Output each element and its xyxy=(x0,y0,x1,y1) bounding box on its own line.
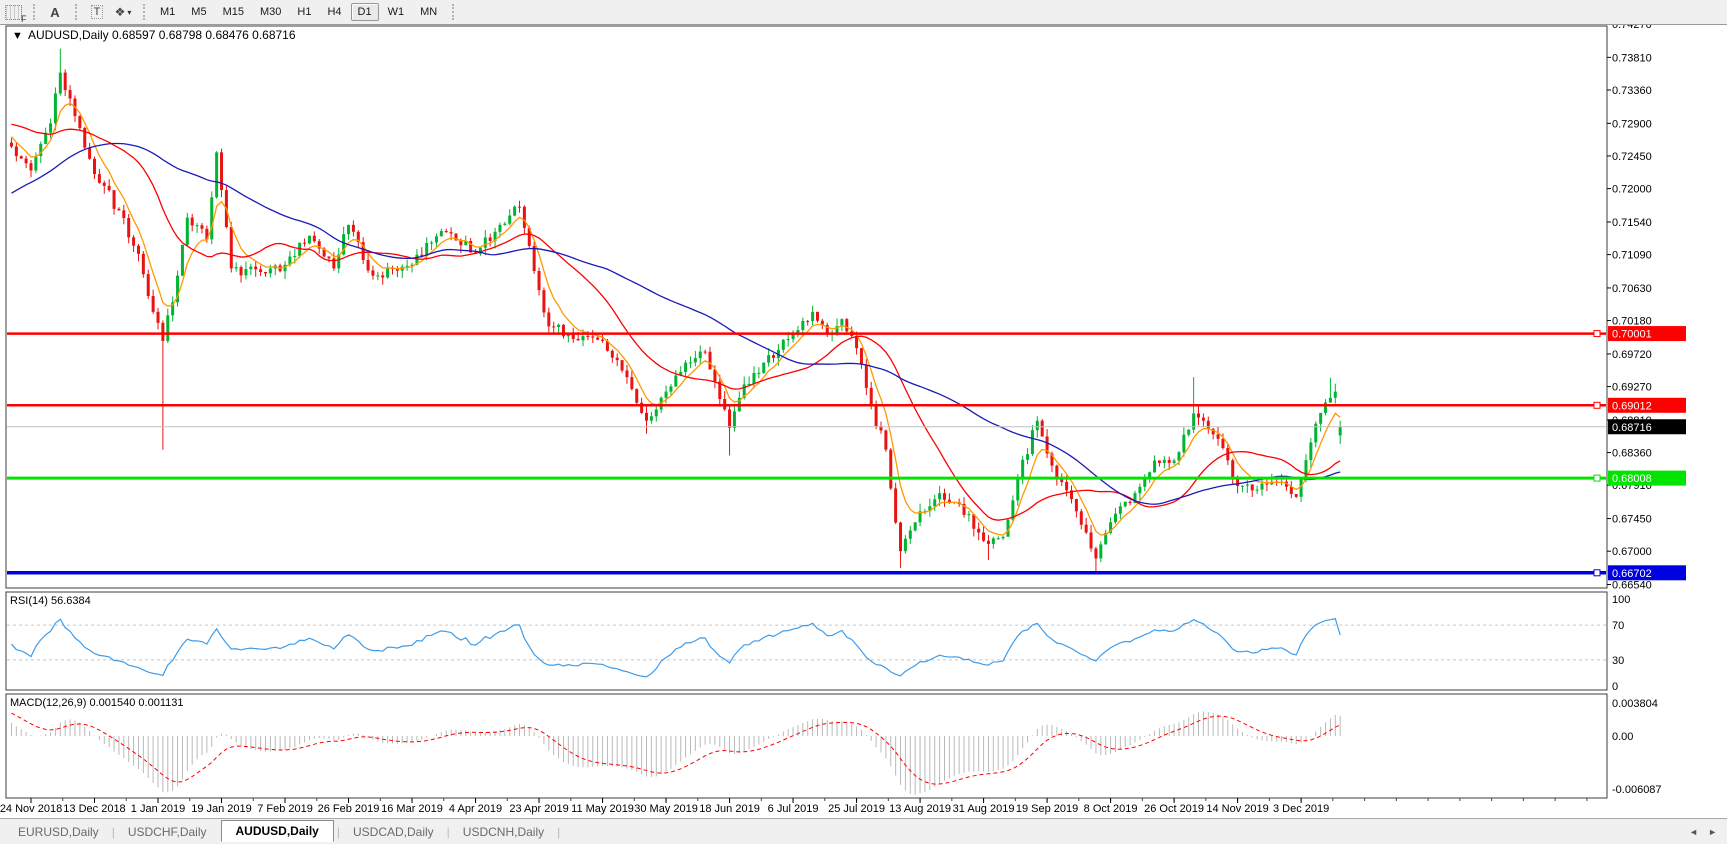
date-axis-label: 3 Dec 2019 xyxy=(1273,803,1329,815)
toolbar-separator xyxy=(75,4,77,20)
rsi-axis-label: 100 xyxy=(1612,594,1630,606)
timeframe-button-W1[interactable]: W1 xyxy=(381,3,412,21)
price-axis-label: 0.72900 xyxy=(1612,118,1652,130)
rsi-axis-label: 70 xyxy=(1612,620,1624,632)
price-axis-label: 0.69270 xyxy=(1612,382,1652,394)
chevron-down-icon: ▾ xyxy=(127,7,132,17)
level-price-tag-text: 0.69012 xyxy=(1612,400,1652,412)
mt4-window: 0.74270 0.73810 0.73360 0.72900 0.72450 0.720… xyxy=(0,0,1727,844)
date-axis-label: 1 Jan 2019 xyxy=(131,803,185,815)
price-axis-label: 0.73360 xyxy=(1612,85,1652,97)
date-axis-label: 26 Oct 2019 xyxy=(1144,803,1204,815)
timeframe-button-D1[interactable]: D1 xyxy=(350,3,379,21)
date-axis-label: 6 Jul 2019 xyxy=(768,803,819,815)
macd-axis-label: 0.003804 xyxy=(1612,698,1658,710)
rsi-axis-label: 0 xyxy=(1612,681,1618,693)
toolbar-separator xyxy=(33,4,35,20)
toolbar-separator xyxy=(143,4,145,20)
top-toolbar: F A T ❖ ▾ M1 M5 M15 M30 H1 H4 D1 W1 MN xyxy=(0,0,1727,25)
date-axis-label: 11 May 2019 xyxy=(571,803,634,815)
macd-axis-label: 0.00 xyxy=(1612,731,1633,743)
rsi-indicator-label: RSI(14) 56.6384 xyxy=(10,595,91,607)
chart-tab-usdcad[interactable]: USDCAD,Daily xyxy=(341,822,446,842)
text-label-icon[interactable]: A xyxy=(45,3,65,22)
macd-indicator-label: MACD(12,26,9) 0.001540 0.001131 xyxy=(10,697,183,709)
chart-title-ohlc: AUDUSD,Daily 0.68597 0.68798 0.68476 0.6… xyxy=(28,28,296,42)
date-axis-label: 14 Nov 2019 xyxy=(1206,803,1268,815)
price-axis-label: 0.66540 xyxy=(1612,580,1652,592)
timeframe-button-M15[interactable]: M15 xyxy=(216,3,251,21)
level-handle[interactable] xyxy=(1593,401,1601,409)
objects-dropdown-icon[interactable]: ❖ ▾ xyxy=(113,3,133,22)
symbol-dropdown-icon[interactable]: ▼ xyxy=(12,30,23,42)
level-handle[interactable] xyxy=(1593,569,1601,577)
price-axis-label: 0.72450 xyxy=(1612,151,1652,163)
chart-pane xyxy=(5,591,1608,691)
date-axis-label: 31 Aug 2019 xyxy=(953,803,1015,815)
date-axis-label: 7 Feb 2019 xyxy=(257,803,313,815)
date-axis-label: 18 Jun 2019 xyxy=(699,803,760,815)
chart-canvas: 0.742700.738100.733600.729000.724500.720… xyxy=(0,19,1686,815)
chart-tab-bar: EURUSD,Daily | USDCHF,Daily AUDUSD,Daily | US… xyxy=(0,818,1727,844)
current-price-tag-text: 0.68716 xyxy=(1612,422,1652,434)
date-axis-label: 25 Jul 2019 xyxy=(828,803,885,815)
timeframe-button-M30[interactable]: M30 xyxy=(253,3,288,21)
price-axis-label: 0.69720 xyxy=(1612,349,1652,361)
timeframe-group: M1 M5 M15 M30 H1 H4 D1 W1 MN xyxy=(152,3,445,21)
chart-pane xyxy=(5,25,1608,589)
date-axis-label: 13 Dec 2018 xyxy=(63,803,125,815)
timeframe-button-MN[interactable]: MN xyxy=(413,3,444,21)
chart-tab-eurusd[interactable]: EURUSD,Daily xyxy=(6,822,111,842)
price-axis-label: 0.68360 xyxy=(1612,448,1652,460)
date-axis-label: 16 Mar 2019 xyxy=(381,803,443,815)
date-axis-label: 30 May 2019 xyxy=(634,803,698,815)
date-axis-label: 23 Apr 2019 xyxy=(509,803,568,815)
price-axis-label: 0.73810 xyxy=(1612,52,1652,64)
date-axis-label: 19 Sep 2019 xyxy=(1016,803,1078,815)
timeframe-button-H4[interactable]: H4 xyxy=(320,3,348,21)
price-axis-label: 0.70630 xyxy=(1612,283,1652,295)
chart-tab-usdcnh[interactable]: USDCNH,Daily xyxy=(451,822,556,842)
text-tool-icon[interactable]: T xyxy=(87,3,107,22)
level-price-tag-text: 0.68008 xyxy=(1612,473,1652,485)
price-axis-label: 0.71090 xyxy=(1612,250,1652,262)
price-axis-label: 0.72000 xyxy=(1612,184,1652,196)
tab-scroll-left-icon[interactable]: ◄ xyxy=(1689,827,1698,837)
price-axis-label: 0.70180 xyxy=(1612,316,1652,328)
level-price-tag-text: 0.66702 xyxy=(1612,568,1652,580)
date-axis-label: 24 Nov 2018 xyxy=(0,803,62,815)
price-axis-label: 0.71540 xyxy=(1612,217,1652,229)
price-axis-label: 0.67000 xyxy=(1612,546,1652,558)
toolbar-separator xyxy=(452,4,455,20)
level-handle[interactable] xyxy=(1593,330,1601,338)
level-handle[interactable] xyxy=(1593,474,1601,482)
timeframe-button-H1[interactable]: H1 xyxy=(290,3,318,21)
date-axis-label: 13 Aug 2019 xyxy=(889,803,951,815)
date-axis-label: 8 Oct 2019 xyxy=(1084,803,1138,815)
date-axis-label: 26 Feb 2019 xyxy=(318,803,380,815)
timeframe-button-M5[interactable]: M5 xyxy=(184,3,213,21)
grid-f-icon[interactable]: F xyxy=(3,3,27,24)
rsi-axis-label: 30 xyxy=(1612,655,1624,667)
macd-axis-label: -0.006087 xyxy=(1612,784,1662,796)
chart-tab-audusd[interactable]: AUDUSD,Daily xyxy=(220,819,334,842)
chart-tab-usdchf[interactable]: USDCHF,Daily xyxy=(116,822,219,842)
timeframe-button-M1[interactable]: M1 xyxy=(153,3,182,21)
price-axis-label: 0.67450 xyxy=(1612,514,1652,526)
level-price-tag-text: 0.70001 xyxy=(1612,329,1652,341)
tab-separator: | xyxy=(557,824,561,839)
tab-scroll-right-icon[interactable]: ► xyxy=(1708,827,1717,837)
date-axis-label: 4 Apr 2019 xyxy=(449,803,502,815)
date-axis-label: 19 Jan 2019 xyxy=(191,803,252,815)
